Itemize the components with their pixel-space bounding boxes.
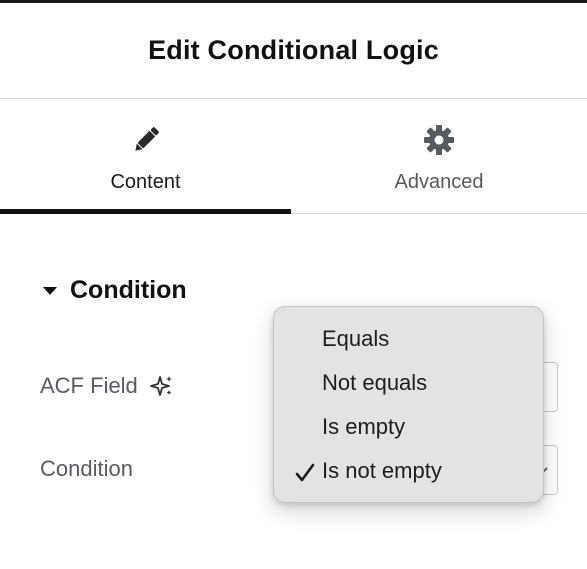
dropdown-option-label: Is not empty [322,458,442,483]
ai-sparkle-icon[interactable] [149,374,174,398]
gear-icon [424,125,454,155]
active-tab-indicator [0,209,291,214]
condition-label: Condition [40,456,133,481]
dropdown-option-label: Not equals [322,370,428,395]
tab-content[interactable]: Content [0,99,291,214]
condition-dropdown-menu: Equals Not equals Is empty Is not empty [273,306,544,503]
tab-advanced-label: Advanced [394,171,484,193]
caret-down-icon [43,286,57,295]
dropdown-option-label: Is empty [322,414,406,439]
dropdown-option-label: Equals [322,326,390,351]
checkmark-icon [295,463,315,482]
tab-advanced[interactable]: Advanced [291,99,587,213]
pencil-icon [134,127,159,151]
dropdown-option-is-empty[interactable]: Is empty [274,409,543,453]
tab-content-label: Content [110,171,181,193]
condition-section-toggle[interactable]: Condition [42,276,187,305]
section-title: Condition [70,276,187,304]
tab-bar: Content Advanced [0,99,587,214]
panel-header: Edit Conditional Logic [0,3,587,99]
dropdown-option-equals[interactable]: Equals [274,321,543,365]
acf-field-label-text: ACF Field [40,373,138,398]
dropdown-option-not-equals[interactable]: Not equals [274,365,543,409]
acf-field-label: ACF Field [40,373,174,399]
dropdown-option-is-not-empty[interactable]: Is not empty [274,453,543,497]
page-title: Edit Conditional Logic [148,35,439,65]
